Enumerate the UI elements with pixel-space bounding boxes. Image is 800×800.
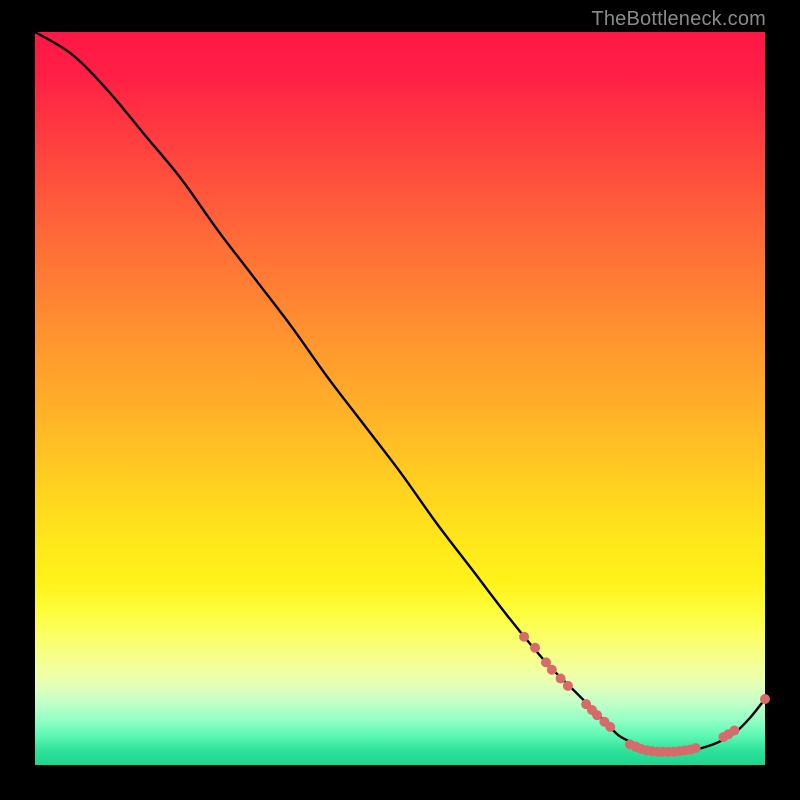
data-marker bbox=[556, 674, 566, 684]
data-markers bbox=[519, 632, 770, 757]
chart-frame: TheBottleneck.com bbox=[0, 0, 800, 800]
watermark-text: TheBottleneck.com bbox=[591, 8, 766, 31]
data-marker bbox=[547, 665, 557, 675]
data-marker bbox=[530, 643, 540, 653]
data-marker bbox=[605, 722, 615, 732]
chart-overlay-svg bbox=[35, 32, 765, 765]
data-marker bbox=[729, 726, 739, 736]
data-marker bbox=[691, 743, 701, 753]
data-marker bbox=[519, 632, 529, 642]
bottleneck-curve bbox=[35, 32, 765, 752]
data-marker bbox=[760, 694, 770, 704]
data-marker bbox=[563, 681, 573, 691]
